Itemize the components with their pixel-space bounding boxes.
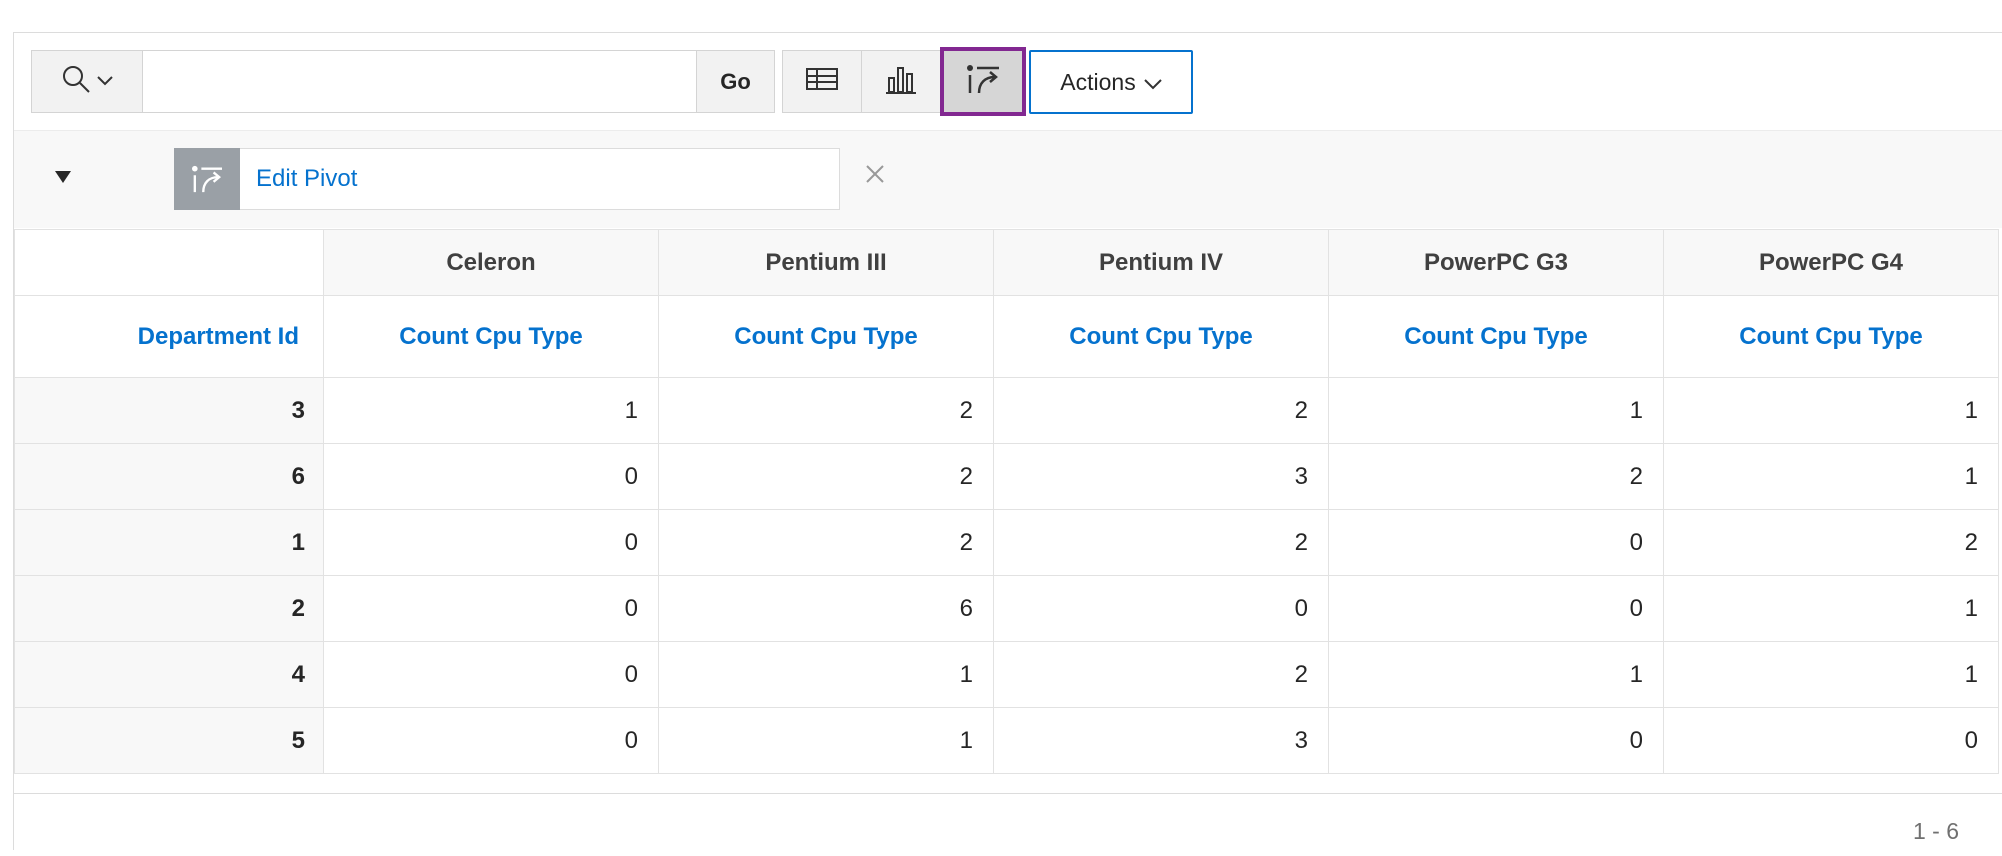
table-cell: 1 [1663,641,1999,708]
row-department-id: 4 [14,641,324,708]
table-cell: 2 [658,377,994,444]
actions-menu-button[interactable]: Actions [1029,50,1193,114]
table-cell: 0 [1328,707,1664,774]
pagination-range: 1 - 6 [1912,818,1959,844]
table-cell: 0 [323,575,659,642]
pivot-icon [174,147,240,210]
edit-pivot-link[interactable]: Edit Pivot [240,165,357,193]
row-department-id: 6 [14,443,324,510]
pivot-measure-header-row: Department Id Count Cpu Type Count Cpu T… [14,295,1999,378]
table-cell: 1 [1328,377,1664,444]
table-cell: 2 [993,641,1329,708]
table-cell: 0 [323,641,659,708]
edit-pivot-chip[interactable]: Edit Pivot [174,147,840,210]
table-cell: 2 [658,443,994,510]
remove-pivot-button[interactable] [865,164,885,189]
table-cell: 1 [1663,377,1999,444]
search-bar: Go [31,50,775,113]
table-cell: 0 [1328,509,1664,576]
measure-header[interactable]: Count Cpu Type [1663,295,1999,378]
row-department-id: 3 [14,377,324,444]
pivot-column-header: Pentium III [658,229,994,296]
table-cell: 2 [1663,509,1999,576]
chart-view-icon [885,64,917,99]
table-row: 6 0 2 3 2 1 [14,443,1999,510]
measure-header[interactable]: Count Cpu Type [1328,295,1664,378]
pivot-column-header-row: Celeron Pentium III Pentium IV PowerPC G… [14,229,1999,296]
table-cell: 3 [993,443,1329,510]
search-input[interactable] [143,51,696,112]
pivot-column-header: Pentium IV [993,229,1329,296]
pivot-table: Celeron Pentium III Pentium IV PowerPC G… [14,229,1999,774]
table-cell: 0 [1328,575,1664,642]
chevron-down-icon [1144,69,1162,96]
interactive-report: Go Actions Edit Pivot Celeron Pentium II… [13,32,2002,851]
table-cell: 1 [658,707,994,774]
pivot-view-button[interactable] [940,47,1026,116]
table-cell: 0 [323,707,659,774]
report-footer: 1 - 6 [14,793,2002,851]
table-cell: 6 [658,575,994,642]
table-cell: 2 [993,377,1329,444]
collapse-settings-toggle[interactable] [54,170,72,189]
table-cell: 1 [1663,575,1999,642]
actions-label: Actions [1060,68,1136,95]
pivot-column-header: Celeron [323,229,659,296]
table-row: 5 0 1 3 0 0 [14,707,1999,774]
table-cell: 1 [1328,641,1664,708]
triangle-down-icon [54,171,72,188]
chevron-down-icon [97,73,113,91]
table-cell: 0 [1663,707,1999,774]
go-button[interactable]: Go [696,51,774,112]
report-settings-bar: Edit Pivot [14,130,2002,228]
pivot-column-header: PowerPC G4 [1663,229,1999,296]
measure-header[interactable]: Count Cpu Type [658,295,994,378]
table-cell: 3 [993,707,1329,774]
table-row: 2 0 6 0 0 1 [14,575,1999,642]
measure-header[interactable]: Count Cpu Type [993,295,1329,378]
measure-header[interactable]: Count Cpu Type [323,295,659,378]
row-department-id: 2 [14,575,324,642]
report-view-icon [806,68,838,95]
table-row: 1 0 2 2 0 2 [14,509,1999,576]
row-department-id: 1 [14,509,324,576]
search-icon [61,64,91,99]
view-switcher [782,47,1026,116]
table-row: 3 1 2 2 1 1 [14,377,1999,444]
report-view-button[interactable] [782,50,862,113]
table-row: 4 0 1 2 1 1 [14,641,1999,708]
pivot-column-header: PowerPC G3 [1328,229,1664,296]
pivot-corner-cell [14,229,324,296]
table-cell: 0 [323,443,659,510]
report-toolbar: Go Actions [14,33,2002,130]
table-cell: 1 [658,641,994,708]
table-cell: 1 [1663,443,1999,510]
table-cell: 2 [1328,443,1664,510]
table-cell: 0 [993,575,1329,642]
table-cell: 1 [323,377,659,444]
table-cell: 0 [323,509,659,576]
department-id-header[interactable]: Department Id [14,295,324,378]
table-cell: 2 [993,509,1329,576]
close-icon [865,165,885,188]
pivot-view-icon [965,63,1001,100]
search-column-menu-button[interactable] [32,51,143,112]
chart-view-button[interactable] [861,50,941,113]
row-department-id: 5 [14,707,324,774]
table-cell: 2 [658,509,994,576]
